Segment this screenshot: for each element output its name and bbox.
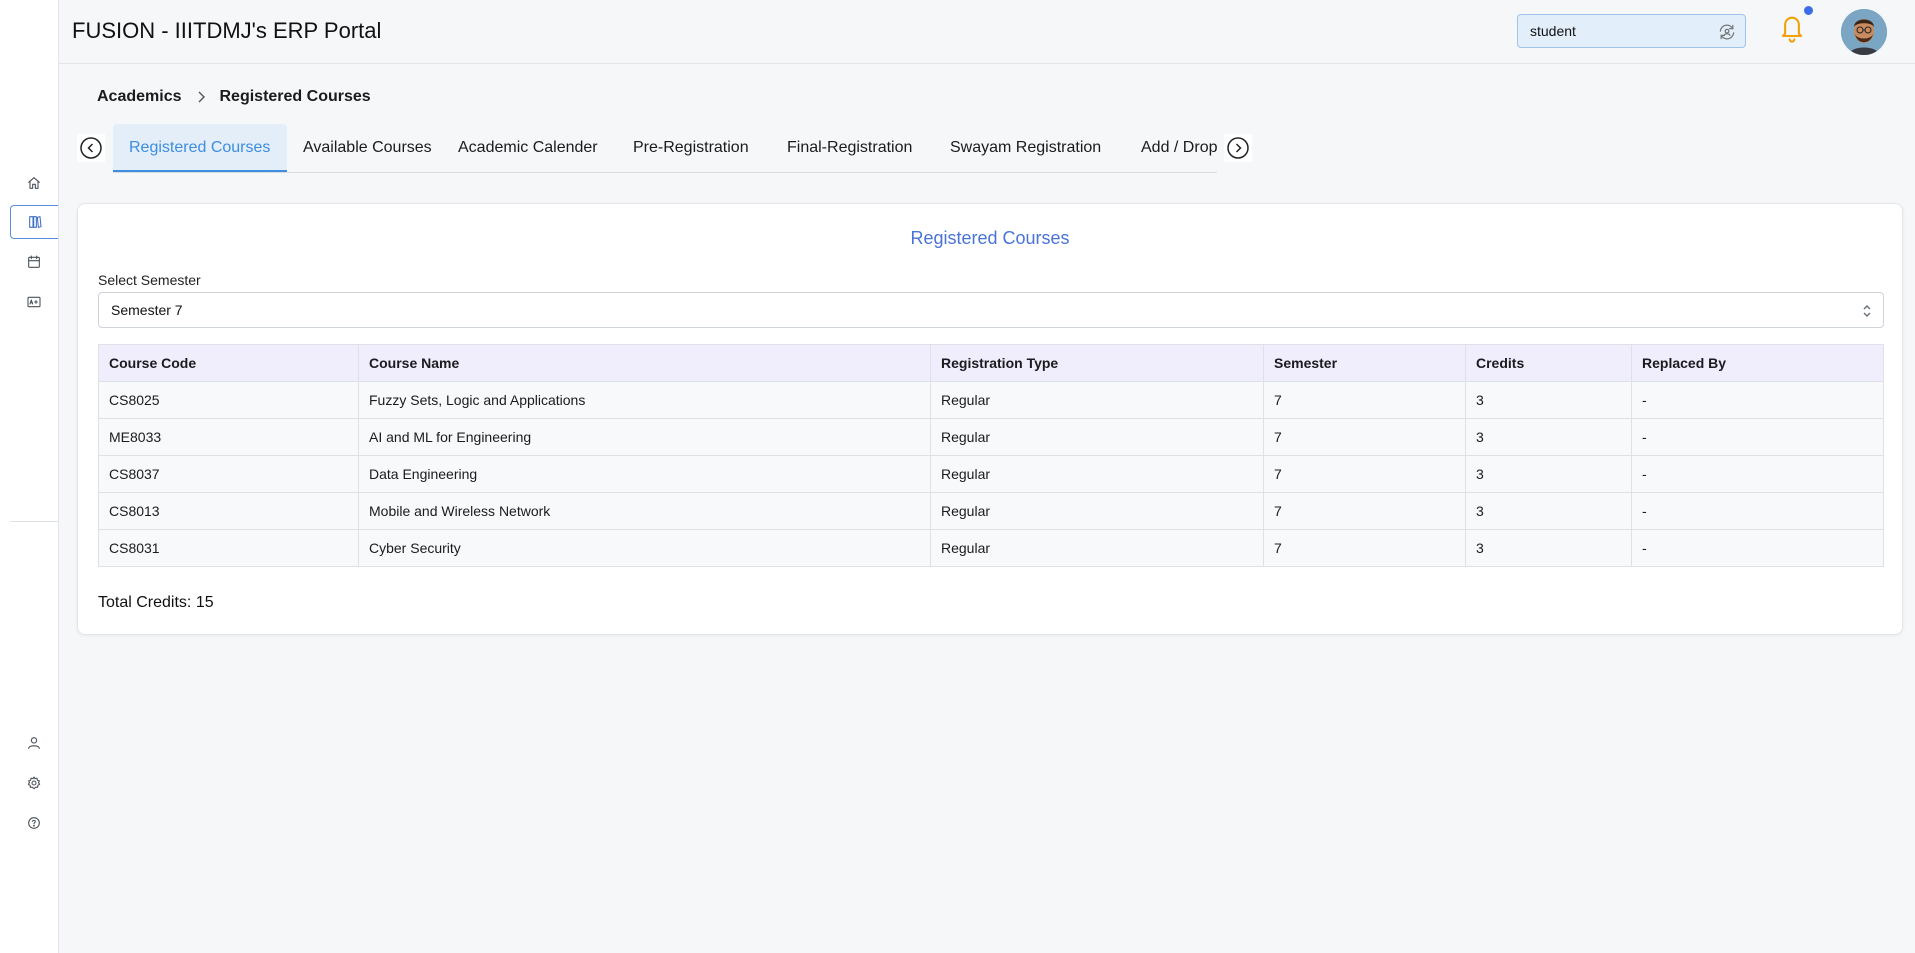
- sidebar-divider: [10, 521, 58, 522]
- bell-icon[interactable]: [1778, 12, 1806, 44]
- cell-semester: 7: [1263, 418, 1466, 456]
- tabs-prev-button[interactable]: [77, 134, 105, 162]
- sidebar-item-grades[interactable]: [10, 285, 58, 319]
- cell-credits: 3: [1465, 455, 1632, 493]
- sidebar: [0, 0, 59, 953]
- switch-role-icon[interactable]: [1717, 22, 1737, 42]
- cell-replaced-by: -: [1631, 418, 1884, 456]
- col-header-course-name: Course Name: [358, 344, 931, 382]
- cell-course-code: ME8033: [98, 418, 359, 456]
- books-icon: [28, 216, 42, 228]
- col-header-semester: Semester: [1263, 344, 1466, 382]
- cell-semester: 7: [1263, 381, 1466, 419]
- table-row: CS8037 Data Engineering Regular 7 3 -: [98, 455, 1884, 493]
- card-title: Registered Courses: [910, 228, 1070, 248]
- sidebar-item-help[interactable]: [10, 806, 58, 840]
- tab-pre-registration[interactable]: Pre-Registration: [617, 124, 765, 172]
- avatar[interactable]: [1841, 9, 1887, 55]
- table-header-row: Course Code Course Name Registration Typ…: [98, 344, 1884, 382]
- tab-final-registration[interactable]: Final-Registration: [771, 124, 928, 172]
- notification-dot: [1804, 6, 1813, 15]
- sidebar-item-settings[interactable]: [10, 766, 58, 800]
- cell-credits: 3: [1465, 381, 1632, 419]
- chevron-right-icon: [198, 91, 205, 103]
- table-row: CS8031 Cyber Security Regular 7 3 -: [98, 529, 1884, 567]
- courses-table: Course Code Course Name Registration Typ…: [98, 344, 1884, 567]
- cell-replaced-by: -: [1631, 529, 1884, 567]
- cell-course-name: AI and ML for Engineering: [358, 418, 931, 456]
- role-select[interactable]: student: [1517, 14, 1746, 48]
- breadcrumb-parent[interactable]: Academics: [97, 88, 182, 106]
- cell-registration-type: Regular: [930, 529, 1264, 567]
- cell-course-name: Mobile and Wireless Network: [358, 492, 931, 530]
- top-header: FUSION - IIITDMJ's ERP Portal student: [59, 0, 1915, 64]
- sidebar-item-home[interactable]: [10, 166, 58, 200]
- total-credits: Total Credits: 15: [98, 594, 214, 611]
- cell-course-name: Cyber Security: [358, 529, 931, 567]
- cell-registration-type: Regular: [930, 418, 1264, 456]
- cell-credits: 3: [1465, 418, 1632, 456]
- tabs-next-button[interactable]: [1224, 134, 1252, 162]
- col-header-credits: Credits: [1465, 344, 1632, 382]
- breadcrumb: Academics Registered Courses: [97, 88, 371, 106]
- home-icon: [28, 177, 40, 189]
- calendar-icon: [28, 255, 40, 268]
- cell-registration-type: Regular: [930, 455, 1264, 493]
- cell-course-code: CS8025: [98, 381, 359, 419]
- tabs-bar: Registered Courses Available Courses Aca…: [76, 124, 1256, 173]
- cell-replaced-by: -: [1631, 455, 1884, 493]
- table-row: ME8033 AI and ML for Engineering Regular…: [98, 418, 1884, 456]
- semester-select[interactable]: Semester 7: [98, 292, 1884, 328]
- table-row: CS8025 Fuzzy Sets, Logic and Application…: [98, 381, 1884, 419]
- tab-academic-calender[interactable]: Academic Calender: [442, 124, 614, 172]
- sidebar-item-calendar[interactable]: [10, 245, 58, 279]
- cell-course-code: CS8013: [98, 492, 359, 530]
- cell-course-name: Fuzzy Sets, Logic and Applications: [358, 381, 931, 419]
- chevron-left-circle-icon: [80, 137, 102, 159]
- cell-credits: 3: [1465, 529, 1632, 567]
- sidebar-item-academics[interactable]: [10, 205, 58, 239]
- gear-icon: [27, 776, 41, 790]
- col-header-replaced-by: Replaced By: [1631, 344, 1884, 382]
- cell-credits: 3: [1465, 492, 1632, 530]
- tab-registered-courses[interactable]: Registered Courses: [113, 124, 287, 172]
- table-row: CS8013 Mobile and Wireless Network Regul…: [98, 492, 1884, 530]
- semester-label: Select Semester: [98, 272, 201, 288]
- avatar-image: [1841, 9, 1887, 55]
- col-header-course-code: Course Code: [98, 344, 359, 382]
- tab-available-courses[interactable]: Available Courses: [287, 124, 448, 172]
- cell-replaced-by: -: [1631, 381, 1884, 419]
- cell-semester: 7: [1263, 455, 1466, 493]
- cell-semester: 7: [1263, 529, 1466, 567]
- help-icon: [28, 817, 40, 829]
- registered-courses-card: Registered Courses Select Semester Semes…: [77, 203, 1903, 635]
- cell-course-code: CS8037: [98, 455, 359, 493]
- cell-course-code: CS8031: [98, 529, 359, 567]
- breadcrumb-current: Registered Courses: [219, 88, 371, 105]
- cell-registration-type: Regular: [930, 381, 1264, 419]
- cell-semester: 7: [1263, 492, 1466, 530]
- app-title: FUSION - IIITDMJ's ERP Portal: [72, 18, 382, 43]
- cell-course-name: Data Engineering: [358, 455, 931, 493]
- grade-icon: [27, 296, 41, 308]
- user-icon: [28, 737, 40, 749]
- role-value: student: [1530, 23, 1576, 39]
- col-header-registration-type: Registration Type: [930, 344, 1264, 382]
- cell-registration-type: Regular: [930, 492, 1264, 530]
- chevron-updown-icon: [1863, 304, 1871, 318]
- semester-value: Semester 7: [111, 302, 183, 318]
- cell-replaced-by: -: [1631, 492, 1884, 530]
- tab-swayam-registration[interactable]: Swayam Registration: [934, 124, 1117, 172]
- tab-add-drop[interactable]: Add / Drop: [1125, 124, 1233, 172]
- chevron-right-circle-icon: [1227, 137, 1249, 159]
- sidebar-item-profile[interactable]: [10, 726, 58, 760]
- tab-strip: Registered Courses Available Courses Aca…: [113, 124, 1217, 173]
